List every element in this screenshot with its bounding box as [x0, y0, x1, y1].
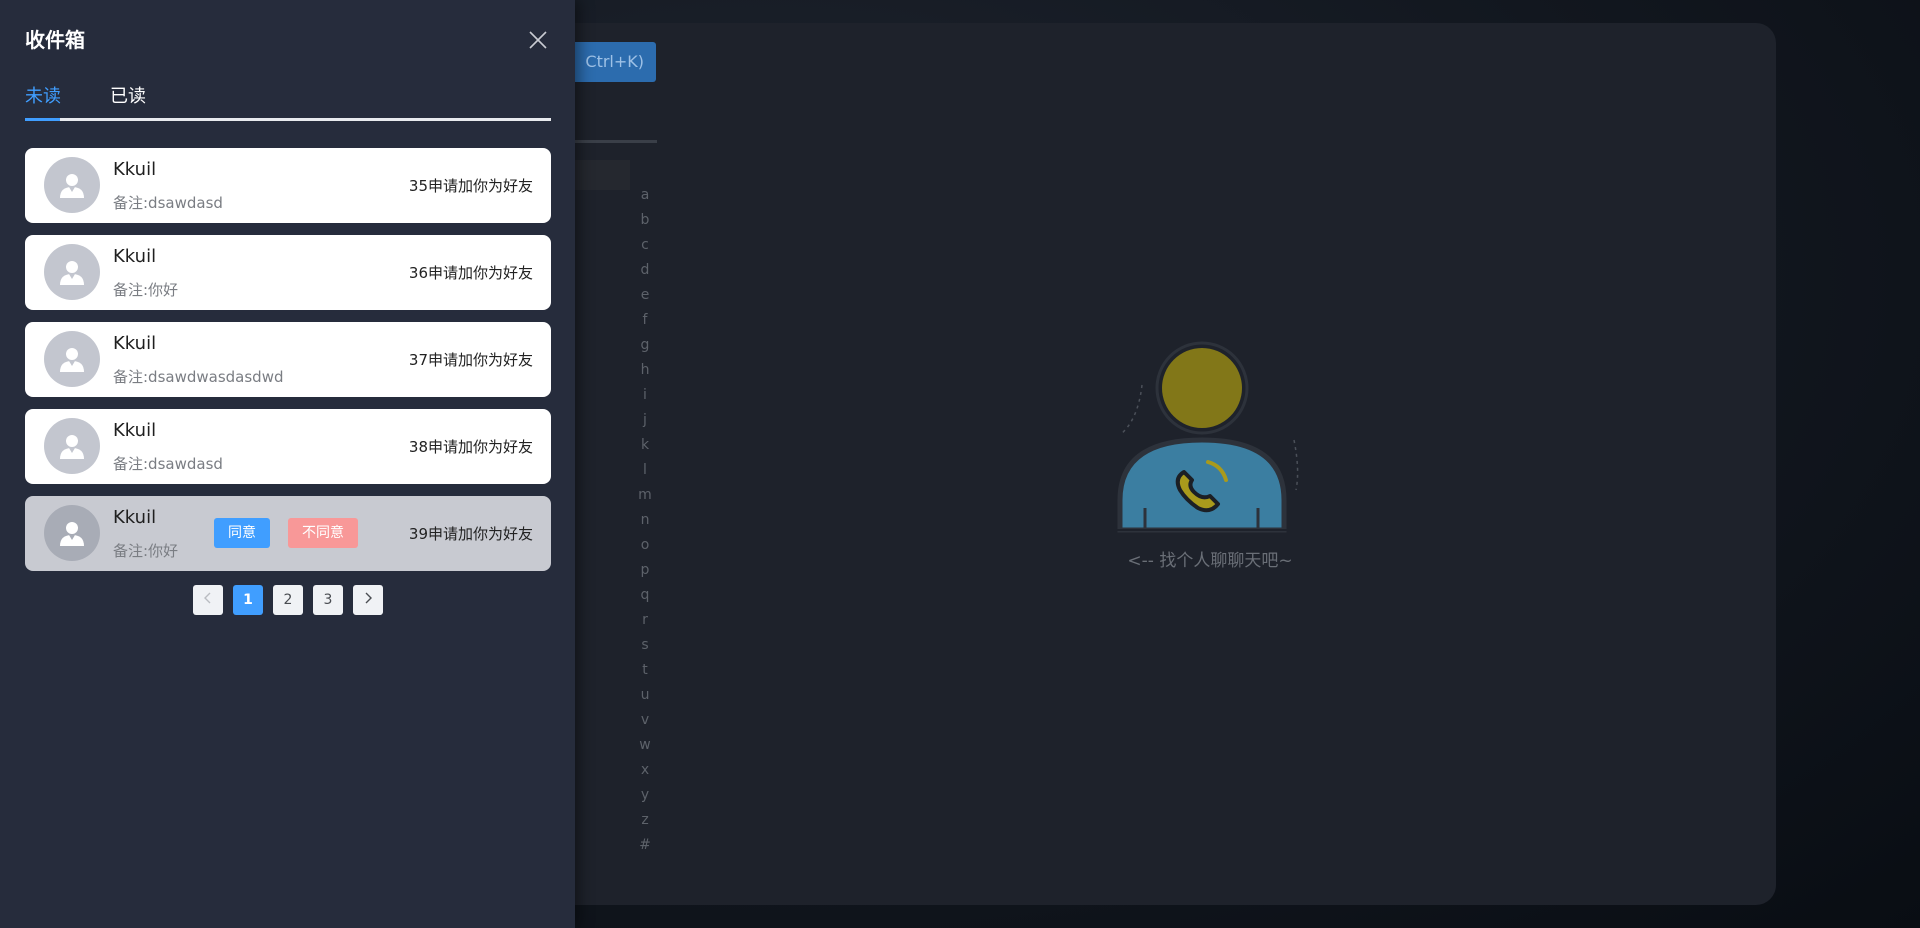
- alphabet-index-letter: c: [641, 237, 649, 253]
- request-message: 39申请加你为好友: [408, 525, 533, 543]
- requester-name: Kkuil: [113, 333, 157, 354]
- request-note: 备注:dsawdasd: [113, 455, 223, 473]
- alphabet-index-letter: u: [640, 687, 650, 703]
- tab-read[interactable]: 已读: [110, 82, 146, 108]
- user-icon: [60, 261, 84, 285]
- alphabet-index-letter: j: [643, 412, 647, 428]
- close-icon: [529, 31, 547, 49]
- avatar: [44, 157, 100, 213]
- alphabet-index-letter: q: [640, 587, 650, 603]
- friend-request-card[interactable]: Kkuil 备注:dsawdwasdasdwd 37申请加你为好友: [25, 322, 551, 397]
- requester-name: Kkuil: [113, 420, 157, 441]
- friend-request-card[interactable]: Kkuil 备注:dsawdasd 35申请加你为好友: [25, 148, 551, 223]
- alphabet-index-letter: y: [640, 787, 650, 803]
- alphabet-index-letter: b: [640, 212, 650, 228]
- alphabet-index-letter: i: [643, 387, 647, 403]
- user-icon: [60, 348, 84, 372]
- accept-button[interactable]: 同意: [214, 518, 270, 548]
- phone-contact-illustration: [1110, 341, 1310, 533]
- alphabet-index-letter: w: [639, 737, 651, 753]
- alphabet-index: a b c d e f g h i j k l m n o p q r s t …: [633, 183, 657, 858]
- reject-button[interactable]: 不同意: [288, 518, 358, 548]
- alphabet-index-letter: s: [641, 637, 649, 653]
- chevron-left-icon: [204, 592, 211, 604]
- drawer-title: 收件箱: [25, 28, 85, 52]
- alphabet-index-letter: o: [640, 537, 650, 553]
- alphabet-index-letter: t: [642, 662, 648, 678]
- chevron-right-icon: [365, 592, 372, 604]
- request-message: 38申请加你为好友: [408, 438, 533, 456]
- request-note: 备注:你好: [113, 281, 179, 299]
- request-note: 备注:dsawdwasdasdwd: [113, 368, 284, 386]
- contact-list-pane: [570, 160, 630, 190]
- next-page-button[interactable]: [353, 585, 383, 615]
- alphabet-index-letter: k: [640, 437, 650, 453]
- pagination: 1 2 3: [193, 585, 383, 615]
- request-message: 36申请加你为好友: [408, 264, 533, 282]
- friend-request-list: Kkuil 备注:dsawdasd 35申请加你为好友 Kkuil 备注:你好 …: [25, 148, 551, 583]
- alphabet-index-letter: l: [643, 462, 647, 478]
- inbox-drawer: 收件箱 未读 已读 Kkuil 备注:dsawdasd 35申请加你为好友 Kk…: [0, 0, 575, 928]
- alphabet-index-letter: g: [640, 337, 650, 353]
- avatar: [44, 418, 100, 474]
- user-icon: [60, 522, 84, 546]
- alphabet-index-letter: z: [641, 812, 649, 828]
- requester-name: Kkuil: [113, 246, 157, 267]
- alphabet-index-letter: n: [640, 512, 650, 528]
- friend-request-card[interactable]: Kkuil 备注:你好 同意 不同意 39申请加你为好友: [25, 496, 551, 571]
- requester-name: Kkuil: [113, 159, 157, 180]
- avatar: [44, 244, 100, 300]
- avatar: [44, 505, 100, 561]
- user-icon: [60, 435, 84, 459]
- avatar: [44, 331, 100, 387]
- alphabet-index-letter: #: [639, 837, 651, 853]
- alphabet-index-letter: h: [640, 362, 650, 378]
- page-button-1[interactable]: 1: [233, 585, 263, 615]
- empty-chat-state: <-- 找个人聊聊天吧~: [1110, 340, 1310, 571]
- empty-chat-hint: <-- 找个人聊聊天吧~: [1127, 551, 1293, 571]
- request-note: 备注:dsawdasd: [113, 194, 223, 212]
- alphabet-index-letter: v: [640, 712, 650, 728]
- alphabet-index-letter: m: [638, 487, 652, 503]
- close-button[interactable]: [526, 28, 550, 52]
- alphabet-index-letter: x: [640, 762, 650, 778]
- active-tab-indicator: [25, 118, 60, 121]
- friend-request-card[interactable]: Kkuil 备注:你好 36申请加你为好友: [25, 235, 551, 310]
- user-icon: [60, 174, 84, 198]
- requester-name: Kkuil: [113, 507, 157, 528]
- alphabet-index-letter: r: [642, 612, 648, 628]
- alphabet-index-letter: p: [640, 562, 650, 578]
- alphabet-index-letter: d: [640, 262, 650, 278]
- request-note: 备注:你好: [113, 542, 179, 560]
- search-shortcut-button: Ctrl+K): [566, 42, 656, 82]
- tab-unread[interactable]: 未读: [25, 82, 61, 108]
- page-button-3[interactable]: 3: [313, 585, 343, 615]
- request-message: 37申请加你为好友: [408, 351, 533, 369]
- friend-request-card[interactable]: Kkuil 备注:dsawdasd 38申请加你为好友: [25, 409, 551, 484]
- alphabet-index-letter: e: [640, 287, 650, 303]
- alphabet-index-letter: f: [642, 312, 648, 328]
- page-button-2[interactable]: 2: [273, 585, 303, 615]
- alphabet-index-letter: a: [640, 187, 650, 203]
- inbox-tabs: 未读 已读: [25, 78, 551, 121]
- prev-page-button[interactable]: [193, 585, 223, 615]
- request-message: 35申请加你为好友: [408, 177, 533, 195]
